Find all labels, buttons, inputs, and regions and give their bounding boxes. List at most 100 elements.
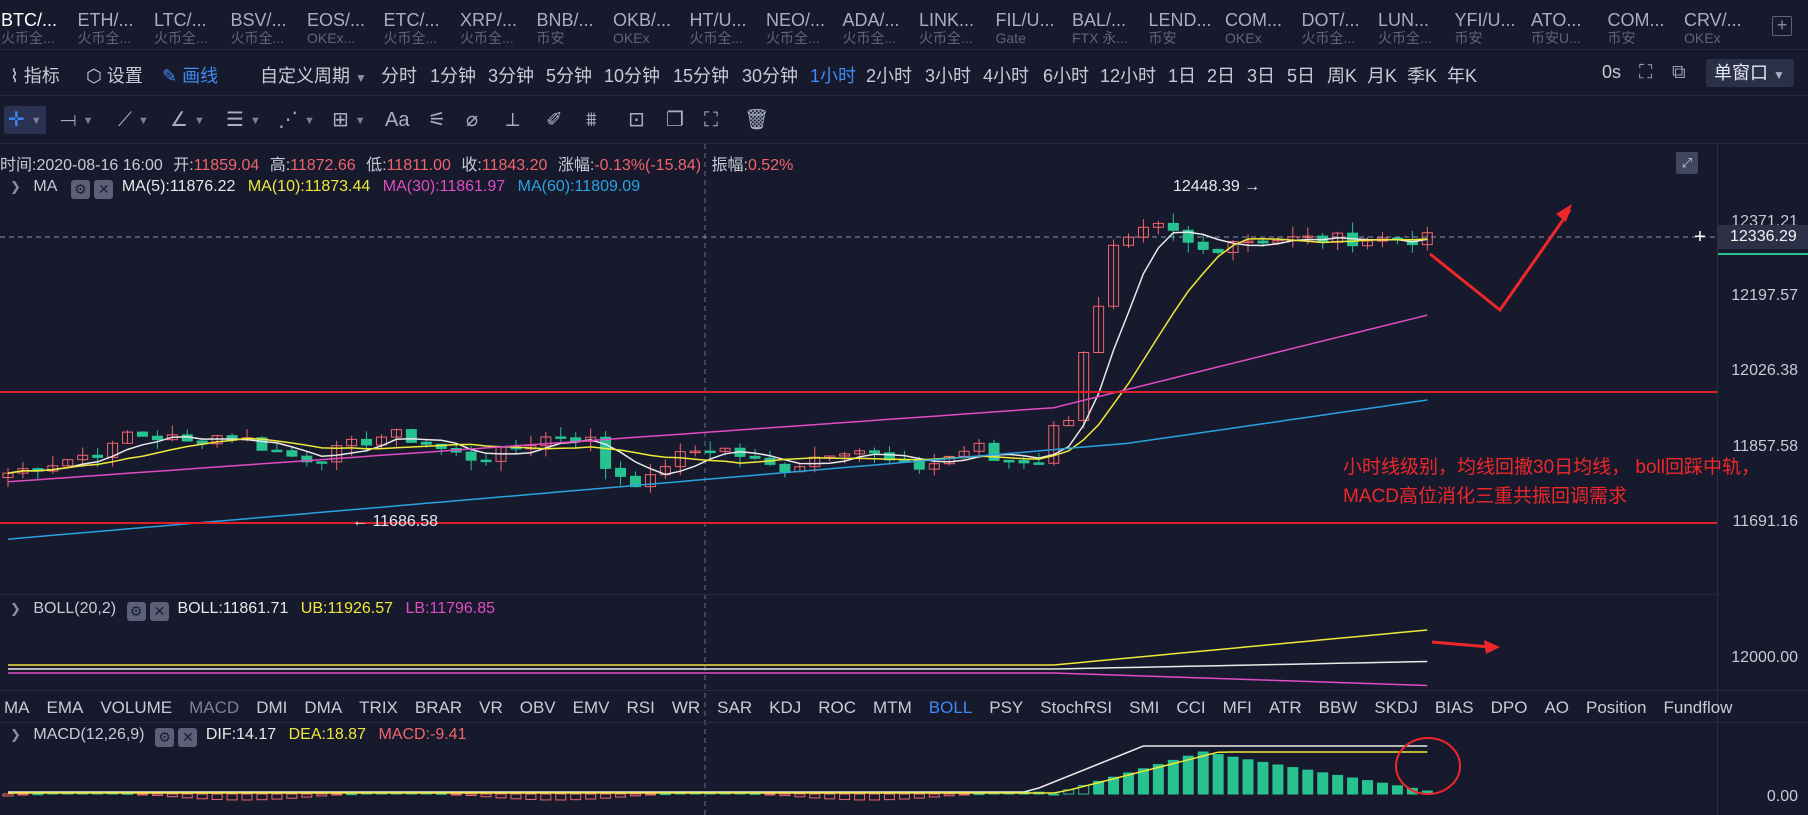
indicator-tab[interactable]: TRIX xyxy=(355,694,398,718)
macd-bar xyxy=(555,793,567,801)
macd-bar xyxy=(241,793,253,801)
candle-body xyxy=(361,438,373,446)
macd-bar xyxy=(1257,761,1269,795)
macd-bar xyxy=(615,793,627,798)
indicator-tab[interactable]: DMA xyxy=(300,694,342,718)
indicator-tab[interactable]: BRAR xyxy=(411,694,462,718)
macd-bar xyxy=(346,793,358,796)
indicator-tab[interactable]: BIAS xyxy=(1431,694,1474,718)
macd-bar xyxy=(1362,780,1374,795)
macd-bar xyxy=(181,793,193,799)
macd-bar xyxy=(943,793,955,797)
high-marker: 12448.39 → xyxy=(1173,178,1261,195)
indicator-tab[interactable]: Fundflow xyxy=(1659,694,1732,718)
macd-bar xyxy=(854,793,866,801)
ma10-value: MA(10):11873.44 xyxy=(247,178,371,195)
boll-settings-icon[interactable]: ⚙ xyxy=(126,602,146,621)
macd-bar xyxy=(794,793,806,798)
indicator-tab[interactable]: StochRSI xyxy=(1036,694,1112,718)
ma10-line xyxy=(7,238,1428,474)
indicator-tab[interactable]: MACD xyxy=(185,694,239,718)
indicator-tab-bar: MA EMA VOLUME MACD DMI DMA TRIX BRAR VR OBV EMV RSI… xyxy=(0,694,1732,722)
chart-canvas[interactable] xyxy=(0,0,1808,815)
macd-bar xyxy=(540,793,552,801)
boll-ub-value: UB:11926.57 xyxy=(300,600,394,617)
candle-body xyxy=(420,441,432,445)
boll-mid-value: BOLL:11861.71 xyxy=(177,600,289,617)
macd-bar xyxy=(629,793,641,797)
candle-body xyxy=(271,449,283,453)
macd-bar xyxy=(1302,769,1314,795)
collapse-chevron-icon[interactable]: ❯ xyxy=(10,601,21,616)
indicator-tab[interactable]: BOLL xyxy=(925,694,972,718)
ma5-value: MA(5):11876.22 xyxy=(121,178,236,195)
candle-body xyxy=(1033,462,1045,465)
macd-bar xyxy=(1317,772,1329,795)
macd-bar xyxy=(480,793,492,798)
indicator-tab[interactable]: VOLUME xyxy=(96,694,172,718)
macd-bar xyxy=(779,793,791,797)
price-axis-label: 12197.57 xyxy=(1731,287,1798,304)
macd-bar xyxy=(1048,793,1060,796)
indicator-tab[interactable]: SAR xyxy=(713,694,752,718)
indicator-tab[interactable]: ATR xyxy=(1265,694,1302,718)
candle-body xyxy=(405,429,417,443)
indicator-tab[interactable]: SKDJ xyxy=(1370,694,1417,718)
ma-close-icon[interactable]: ✕ xyxy=(94,180,114,199)
pane-separator xyxy=(0,594,1718,595)
indicator-tab[interactable]: MA xyxy=(0,694,30,718)
add-alert-icon[interactable]: + xyxy=(1687,225,1713,249)
collapse-chevron-icon[interactable]: ❯ xyxy=(10,179,21,194)
candle-body xyxy=(151,435,163,441)
macd-bar xyxy=(286,793,298,799)
indicator-tab[interactable]: AO xyxy=(1540,694,1569,718)
collapse-chevron-icon[interactable]: ❯ xyxy=(10,727,21,742)
macd-bar xyxy=(151,793,163,796)
macd-bar xyxy=(824,793,836,800)
indicator-tab[interactable]: RSI xyxy=(623,694,655,718)
indicator-tab[interactable]: CCI xyxy=(1172,694,1205,718)
indicator-tab[interactable]: WR xyxy=(668,694,700,718)
indicator-tab[interactable]: MTM xyxy=(869,694,912,718)
indicator-tab[interactable]: DMI xyxy=(252,694,287,718)
indicator-tab[interactable]: EMA xyxy=(43,694,84,718)
indicator-tab[interactable]: VR xyxy=(475,694,503,718)
macd-macd-value: MACD:-9.41 xyxy=(378,726,467,743)
macd-settings-icon[interactable]: ⚙ xyxy=(154,728,174,747)
macd-bar xyxy=(316,793,328,797)
ma5-line xyxy=(7,231,1428,476)
boll-close-icon[interactable]: ✕ xyxy=(149,602,169,621)
indicator-tab[interactable]: PSY xyxy=(985,694,1023,718)
macd-bar xyxy=(1376,782,1388,795)
indicator-tab[interactable]: ROC xyxy=(814,694,856,718)
annotation-line-1: 小时线级别，均线回撤30日均线， boll回踩中轨， xyxy=(1343,457,1760,478)
macd-bar xyxy=(869,793,881,801)
low-marker: ← 11686.58 xyxy=(352,513,438,530)
current-price-tag: 12336.29 xyxy=(1718,225,1808,249)
indicator-tab[interactable]: BBW xyxy=(1315,694,1358,718)
macd-bar xyxy=(958,793,970,796)
boll-lb-line xyxy=(8,672,1428,687)
ma-settings-icon[interactable]: ⚙ xyxy=(70,180,90,199)
macd-bar xyxy=(510,793,522,800)
macd-bar xyxy=(525,793,537,801)
indicator-tab[interactable]: OBV xyxy=(516,694,556,718)
macd-close-icon[interactable]: ✕ xyxy=(178,728,198,747)
maximize-icon[interactable]: ⤢ xyxy=(1676,152,1698,174)
macd-bar xyxy=(271,793,283,800)
indicator-tab[interactable]: EMV xyxy=(569,694,610,718)
candle-body xyxy=(1003,459,1015,463)
indicator-tab[interactable]: DPO xyxy=(1487,694,1528,718)
indicator-tab[interactable]: KDJ xyxy=(765,694,801,718)
indicator-tab[interactable]: MFI xyxy=(1219,694,1252,718)
annotation-line-2: MACD高位消化三重共振回调需求 xyxy=(1343,486,1627,507)
indicator-tab[interactable]: SMI xyxy=(1125,694,1159,718)
macd-legend: ❯ MACD(12,26,9) ⚙ ✕ DIF:14.17 DEA:18.87 … xyxy=(10,726,466,747)
ma30-value: MA(30):11861.97 xyxy=(382,178,506,195)
indicator-tab[interactable]: Position xyxy=(1582,694,1646,718)
macd-bar xyxy=(1242,759,1254,795)
pane-separator xyxy=(0,690,1808,691)
macd-bar xyxy=(570,793,582,801)
ma60-line xyxy=(7,399,1428,540)
macd-bar xyxy=(913,793,925,799)
